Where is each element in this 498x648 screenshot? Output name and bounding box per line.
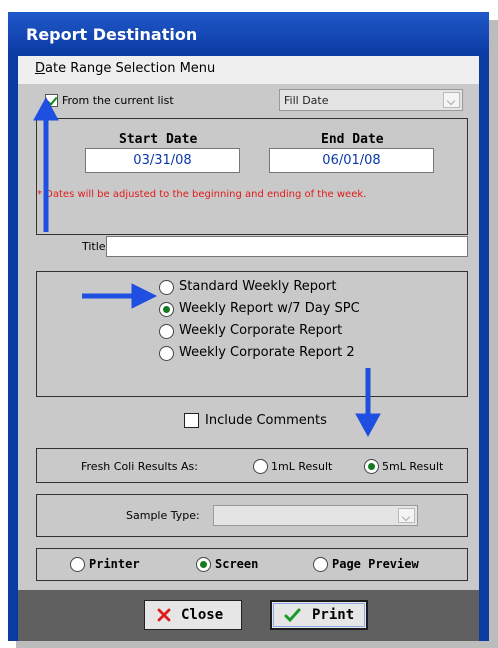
annotation-arrow-down-head [355,413,381,438]
annotation-arrows [33,96,381,438]
annotation-arrow-up-head [33,96,59,121]
annotation-arrow-right-head [131,283,158,309]
